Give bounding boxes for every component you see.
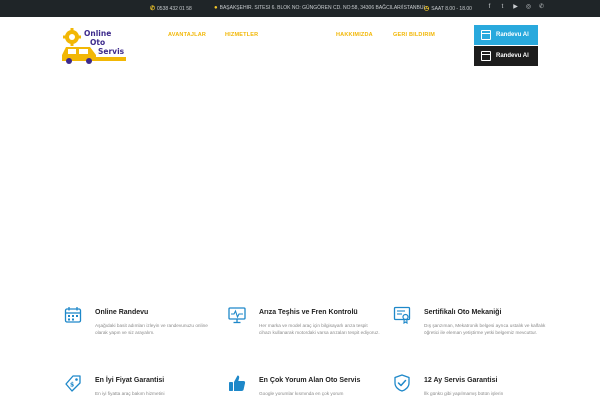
feature-en-iyi-fiyat: $ En İyi Fiyat Garantisi En iyi fiyatta … <box>64 374 224 400</box>
logo-text: Online Oto Servis <box>84 29 124 56</box>
monitor-diagnostics-icon <box>228 307 246 324</box>
nav-item-hizmetler[interactable]: HIZMETLER <box>225 32 258 38</box>
feature-text: Google yorumlar kısmında en çok yorum <box>259 391 344 396</box>
phone-icon: ✆ <box>150 6 156 12</box>
feature-sertifikali: Sertifikalı Oto Mekaniği Dış şanzıman, M… <box>393 306 553 356</box>
address-text: BAŞAKŞEHIR. SITESI 6. BLOK NO: GÜNGÖREN … <box>219 5 427 11</box>
feature-en-cok-yorum: En Çok Yorum Alan Oto Servis Google yoru… <box>228 374 388 400</box>
hours-text: SAAT 8.00 - 18.00 <box>431 6 472 12</box>
logo-line-2: Oto <box>90 38 106 47</box>
calendar-icon <box>481 30 491 40</box>
social-links: f t ▶ ◎ ✆ <box>486 4 545 11</box>
feature-text: Dış şanzıman, Mekatronik belgesi ayrıca … <box>424 323 546 336</box>
calendar-icon <box>64 307 82 323</box>
randevu-al-button-primary[interactable]: Randevu Al <box>474 25 538 45</box>
instagram-icon[interactable]: ◎ <box>525 4 532 11</box>
certificate-icon <box>393 306 411 324</box>
thumbs-up-icon <box>229 375 246 391</box>
nav-item-avantajlar[interactable]: AVANTAJLAR <box>168 32 206 38</box>
price-tag-icon: $ <box>65 375 81 392</box>
feature-title: Online Randevu <box>95 309 149 316</box>
clock-icon: ◷ <box>424 6 430 12</box>
feature-title: 12 Ay Servis Garantisi <box>424 377 498 384</box>
feature-text: En iyi fiyatta araç bakım hizmetini <box>95 391 165 396</box>
whatsapp-icon[interactable]: ✆ <box>538 4 545 11</box>
address-info: ● BAŞAKŞEHIR. SITESI 6. BLOK NO: GÜNGÖREN… <box>214 5 426 11</box>
nav-item-hakkimizda[interactable]: HAKKIMIZDA <box>336 32 373 38</box>
feature-text: İlk günkü gibi yapılmamış bütün işlerin <box>424 391 504 396</box>
feature-online-randevu: Online Randevu Aşağıdaki basit adımları … <box>64 306 224 356</box>
randevu-al-label: Randevu Al <box>496 32 529 38</box>
feature-title: Sertifikalı Oto Mekaniği <box>424 309 502 316</box>
randevu-al-label: Randevu Al <box>496 53 529 59</box>
youtube-icon[interactable]: ▶ <box>512 4 519 11</box>
twitter-icon[interactable]: t <box>499 4 506 11</box>
shield-check-icon <box>394 374 410 392</box>
phone-info[interactable]: ✆ 0538 432 01 58 <box>150 5 192 12</box>
randevu-al-button-secondary[interactable]: Randevu Al <box>474 46 538 66</box>
feature-text: Her marka ve model araç için bilgisayarl… <box>259 323 380 336</box>
hours-info: ◷ SAAT 8.00 - 18.00 <box>424 5 472 12</box>
logo-line-1: Online <box>84 29 112 38</box>
top-info-bar: ✆ 0538 432 01 58 ● BAŞAKŞEHIR. SITESI 6. B… <box>0 0 600 17</box>
nav-item-geri-bildirim[interactable]: GERI BILDIRIM <box>393 32 435 38</box>
feature-12-ay-garanti: 12 Ay Servis Garantisi İlk günkü gibi ya… <box>393 374 553 400</box>
feature-ariza-teshis: Arıza Teşhis ve Fren Kontrolü Her marka … <box>228 306 388 356</box>
svg-text:$: $ <box>70 382 74 389</box>
feature-title: En İyi Fiyat Garantisi <box>95 377 165 384</box>
logo-line-3: Servis <box>98 47 125 56</box>
phone-text: 0538 432 01 58 <box>157 6 192 12</box>
feature-title: Arıza Teşhis ve Fren Kontrolü <box>259 309 358 316</box>
facebook-icon[interactable]: f <box>486 4 493 11</box>
feature-text: Aşağıdaki basit adımları izleyin ve rand… <box>95 323 208 336</box>
site-logo[interactable]: Online Oto Servis <box>60 27 128 67</box>
feature-title: En Çok Yorum Alan Oto Servis <box>259 377 361 384</box>
calendar-icon <box>481 51 491 61</box>
location-pin-icon: ● <box>214 5 218 11</box>
